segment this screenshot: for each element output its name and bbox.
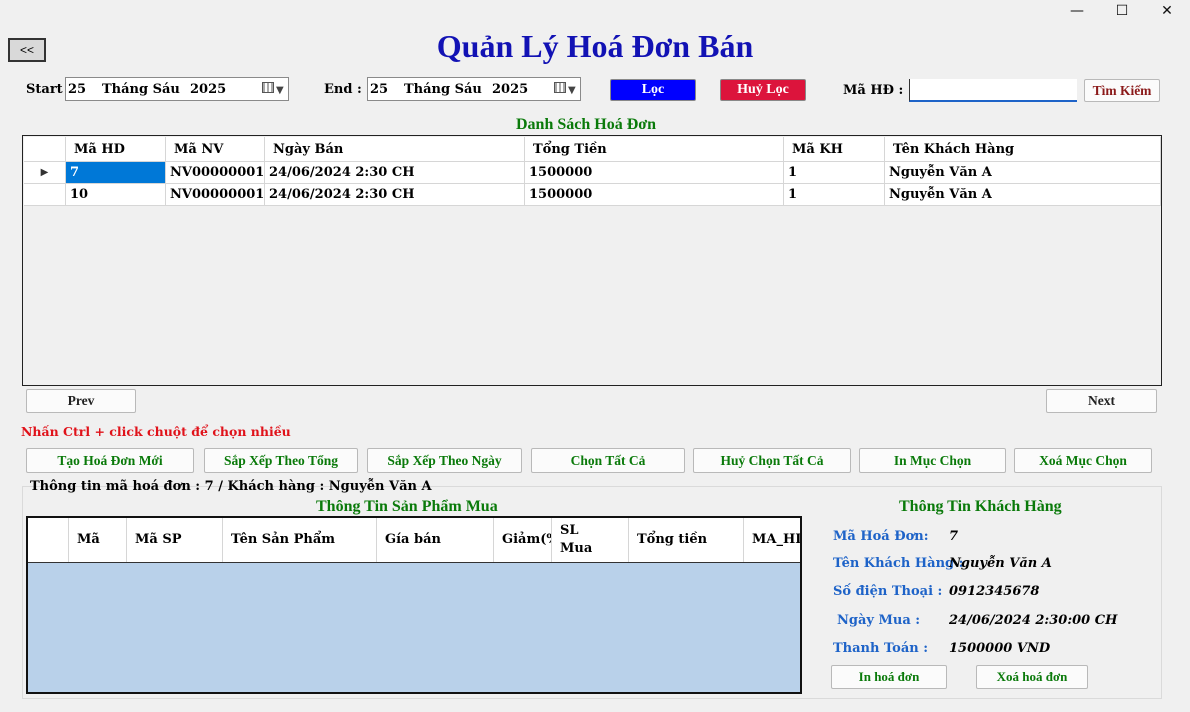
table-cell[interactable]: NV00000001... <box>166 184 265 206</box>
invoice-grid-header: Mã HD Mã NV Ngày Bán Tổng Tiền Mã KH Tên… <box>24 137 1161 162</box>
row-header-corner <box>24 137 66 162</box>
delete-invoice-button[interactable]: Xoá hoá đơn <box>976 665 1088 689</box>
invoice-id-input[interactable] <box>909 79 1077 102</box>
column-header[interactable]: Mã HD <box>66 137 166 162</box>
column-header[interactable]: Giảm(% <box>494 518 552 562</box>
payment-value: 1500000 VND <box>949 641 1051 656</box>
start-date-picker[interactable]: 25 Tháng Sáu 2025 ▼ <box>65 77 289 101</box>
print-selected-button[interactable]: In Mục Chọn <box>859 448 1006 473</box>
column-header[interactable]: SL Mua <box>552 518 629 562</box>
delete-selected-button[interactable]: Xoá Mục Chọn <box>1014 448 1152 473</box>
close-button[interactable]: ✕ <box>1144 0 1190 22</box>
end-day: 25 <box>370 81 389 97</box>
table-cell[interactable]: 1500000 <box>525 184 784 206</box>
search-button[interactable]: Tìm Kiếm <box>1084 79 1160 102</box>
page-title: Quản Lý Hoá Đơn Bán <box>436 28 754 64</box>
end-month: Tháng Sáu <box>404 81 482 97</box>
payment-label: Thanh Toán : <box>833 641 929 656</box>
end-year: 2025 <box>492 81 529 97</box>
row-header[interactable] <box>24 184 66 206</box>
clear-filter-button[interactable]: Huỷ Lọc <box>720 79 806 101</box>
start-month: Tháng Sáu <box>102 81 180 97</box>
column-header[interactable]: Mã <box>69 518 127 562</box>
maximize-button[interactable]: ☐ <box>1099 0 1145 22</box>
customer-name-value: Nguyễn Văn A <box>949 556 1052 571</box>
products-grid-header: Mã Mã SP Tên Sản Phẩm Gía bán Giảm(% SL … <box>28 518 800 563</box>
table-cell[interactable]: 10 <box>66 184 166 206</box>
calendar-dropdown-icon[interactable]: ▼ <box>262 82 288 96</box>
table-cell[interactable]: 24/06/2024 2:30 CH <box>265 162 525 184</box>
column-header[interactable]: Tên Sản Phẩm <box>223 518 377 562</box>
table-cell[interactable]: 1500000 <box>525 162 784 184</box>
start-year: 2025 <box>190 81 227 97</box>
column-header[interactable]: MA_HD <box>744 518 800 562</box>
table-cell[interactable]: NV00000001... <box>166 162 265 184</box>
calendar-dropdown-icon[interactable]: ▼ <box>554 82 580 96</box>
column-header[interactable]: Tổng Tiền <box>525 137 784 162</box>
create-invoice-button[interactable]: Tạo Hoá Đơn Mới <box>26 448 194 473</box>
filter-button[interactable]: Lọc <box>610 79 696 101</box>
phone-value: 0912345678 <box>949 584 1040 599</box>
column-header[interactable]: Mã SP <box>127 518 223 562</box>
products-title: Thông Tin Sản Phẩm Mua <box>316 498 498 515</box>
multi-select-hint: Nhấn Ctrl + click chuột để chọn nhiều <box>21 424 291 439</box>
column-header-label: SL Mua <box>560 523 593 556</box>
row-header-corner <box>28 518 69 562</box>
sort-by-date-button[interactable]: Sắp Xếp Theo Ngày <box>367 448 522 473</box>
table-row[interactable]: 10 NV00000001... 24/06/2024 2:30 CH 1500… <box>24 184 1161 206</box>
purchase-date-value: 24/06/2024 2:30:00 CH <box>949 613 1118 628</box>
invoice-id-value: 7 <box>949 529 959 544</box>
select-all-button[interactable]: Chọn Tất Cả <box>531 448 685 473</box>
phone-label: Số điện Thoại : <box>833 584 943 599</box>
table-cell[interactable]: 24/06/2024 2:30 CH <box>265 184 525 206</box>
selected-invoice-info: Thông tin mã hoá đơn : 7 / Khách hàng : … <box>30 479 432 494</box>
next-button[interactable]: Next <box>1046 389 1157 413</box>
column-header[interactable]: Gía bán <box>377 518 494 562</box>
start-day: 25 <box>68 81 87 97</box>
deselect-all-button[interactable]: Huỷ Chọn Tất Cả <box>693 448 851 473</box>
table-cell[interactable]: 1 <box>784 184 885 206</box>
current-row-icon: ▶ <box>24 162 66 184</box>
products-grid[interactable]: Mã Mã SP Tên Sản Phẩm Gía bán Giảm(% SL … <box>26 516 802 694</box>
print-invoice-button[interactable]: In hoá đơn <box>831 665 947 689</box>
column-header[interactable]: Mã KH <box>784 137 885 162</box>
invoice-id-label: Mã HĐ : <box>843 83 904 98</box>
customer-title: Thông Tin Khách Hàng <box>899 498 1062 515</box>
column-header[interactable]: Ngày Bán <box>265 137 525 162</box>
sort-by-total-button[interactable]: Sắp Xếp Theo Tổng <box>204 448 358 473</box>
table-cell[interactable]: 7 <box>66 162 166 184</box>
invoice-id-label: Mã Hoá Đơn: <box>833 529 929 544</box>
invoice-list-title: Danh Sách Hoá Đơn <box>516 116 657 133</box>
column-header[interactable]: Tên Khách Hàng <box>885 137 1161 162</box>
prev-button[interactable]: Prev <box>26 389 136 413</box>
purchase-date-label: Ngày Mua : <box>837 613 921 628</box>
column-header[interactable]: Tổng tiền <box>629 518 744 562</box>
table-cell[interactable]: Nguyễn Văn A <box>885 162 1161 184</box>
minimize-button[interactable]: — <box>1054 0 1100 22</box>
column-header[interactable]: Mã NV <box>166 137 265 162</box>
customer-name-label: Tên Khách Hàng : <box>833 556 964 571</box>
table-row[interactable]: ▶ 7 NV00000001... 24/06/2024 2:30 CH 150… <box>24 162 1161 184</box>
table-cell[interactable]: Nguyễn Văn A <box>885 184 1161 206</box>
end-date-picker[interactable]: 25 Tháng Sáu 2025 ▼ <box>367 77 581 101</box>
table-cell[interactable]: 1 <box>784 162 885 184</box>
end-label: End : <box>324 82 362 97</box>
invoice-grid[interactable]: Mã HD Mã NV Ngày Bán Tổng Tiền Mã KH Tên… <box>22 135 1162 386</box>
